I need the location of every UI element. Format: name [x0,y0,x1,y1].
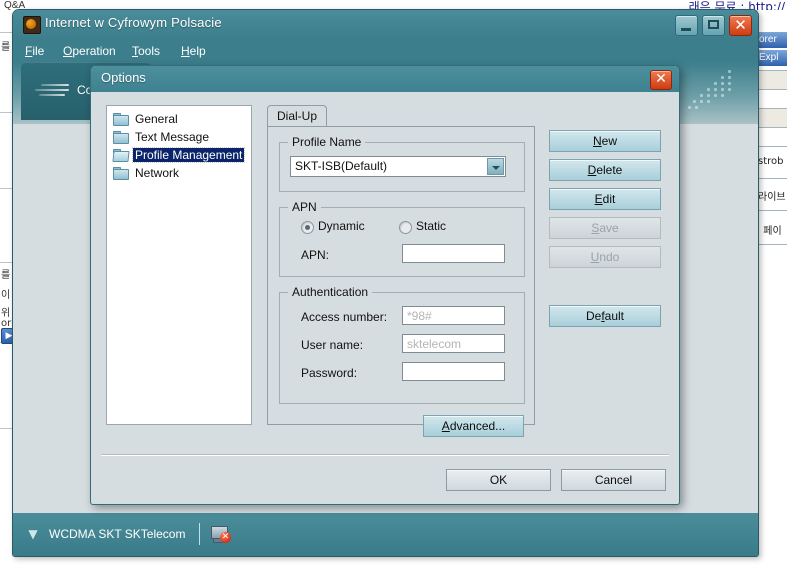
background-left-item: 위 [1,308,11,319]
dial-up-tab-page: Profile Name SKT-ISB(Default) APN Dynami… [267,126,535,437]
default-button[interactable]: Default [549,305,661,327]
background-right-header: orer [758,32,787,48]
background-right-cell: 라이브 [758,192,786,203]
background-right-pane: orer Expl strob 라이브 페이 [758,10,787,550]
dialog-tabstrip: Dial-Up [267,105,535,127]
network-disconnected-icon[interactable]: ✕ [211,525,231,543]
access-number-input[interactable]: *98# [402,306,505,325]
close-button[interactable]: ✕ [729,15,752,36]
options-dialog: Options ✕ General Text Message Profile M… [90,65,680,505]
maximize-button[interactable] [702,15,725,36]
folder-icon [113,113,129,126]
authentication-group: Authentication Access number: *98# User … [279,285,525,404]
dialog-titlebar[interactable]: Options ✕ [91,66,679,92]
undo-button[interactable]: Undo [549,246,661,268]
profile-name-group: Profile Name SKT-ISB(Default) [279,135,525,192]
connect-arrow-icon [35,82,71,100]
menu-operation[interactable]: Operation [57,42,122,60]
cancel-button[interactable]: Cancel [561,469,666,491]
network-error-badge: ✕ [220,532,231,543]
password-label: Password: [301,366,358,380]
background-right-header-2: Expl [758,50,787,66]
dialog-close-button[interactable]: ✕ [650,70,672,90]
profile-name-group-title: Profile Name [288,135,366,149]
dialog-separator [101,454,669,456]
user-name-input[interactable]: sktelecom [402,334,505,353]
folder-icon [113,131,129,144]
tab-dial-up[interactable]: Dial-Up [267,105,328,127]
ok-button[interactable]: OK [446,469,551,491]
screen: Q&A 래은 무료 : http:// 를 그 를 이 위 or ▶ orer … [0,0,787,572]
password-input[interactable] [402,362,505,381]
profile-name-combobox[interactable]: SKT-ISB(Default) [290,156,506,177]
app-title: Internet w Cyfrowym Polsacie [45,15,222,30]
folder-icon [113,167,129,180]
background-left-item: 이 [1,290,11,301]
window-controls: ✕ [675,15,752,36]
signal-icon: ▼ [28,527,38,541]
tree-item-network[interactable]: Network [107,164,251,182]
apn-group-title: APN [288,200,321,214]
apn-group: APN Dynamic Static APN: [279,200,525,277]
tree-item-label: General [135,112,178,126]
background-right-cell: strob [758,156,784,167]
background-left-item: 를 [1,270,11,281]
apn-field-label: APN: [301,248,330,262]
edit-button[interactable]: Edit [549,188,661,210]
status-network-text: WCDMA SKT SKTelecom [49,527,186,541]
background-right-cell: 페이 [763,226,782,237]
status-divider [199,523,200,545]
dialog-title: Options [101,70,146,85]
tree-item-text-message[interactable]: Text Message [107,128,251,146]
tree-item-general[interactable]: General [107,110,251,128]
tree-item-profile-management[interactable]: Profile Management [107,146,251,164]
app-statusbar: ▼ WCDMA SKT SKTelecom ✕ [13,513,758,556]
menu-help[interactable]: Help [175,42,212,60]
app-titlebar[interactable]: Internet w Cyfrowym Polsacie ✕ [13,10,758,39]
access-number-label: Access number: [301,310,388,324]
menu-tools[interactable]: Tools [126,42,166,60]
delete-button[interactable]: Delete [549,159,661,181]
apn-dynamic-radio[interactable] [301,221,314,234]
options-category-tree[interactable]: General Text Message Profile Management … [106,105,252,425]
app-menubar: File Operation Tools Help [13,39,758,62]
apn-static-label[interactable]: Static [416,219,446,233]
folder-open-icon [112,149,130,162]
save-button[interactable]: Save [549,217,661,239]
decorative-dots [688,70,736,116]
authentication-group-title: Authentication [288,285,373,299]
tree-item-label: Text Message [135,130,210,144]
apn-input[interactable] [402,244,505,263]
tree-item-label: Profile Management [131,147,246,163]
apn-dynamic-label[interactable]: Dynamic [318,219,365,233]
globe-icon [23,16,41,34]
close-icon: ✕ [734,16,747,34]
menu-file[interactable]: File [19,42,50,60]
advanced-button[interactable]: Advanced... [423,415,524,437]
chevron-down-icon[interactable] [487,158,504,175]
new-button[interactable]: New [549,130,661,152]
user-name-label: User name: [301,338,364,352]
apn-static-radio[interactable] [399,221,412,234]
tree-item-label: Network [135,166,180,180]
minimize-button[interactable] [675,15,698,36]
